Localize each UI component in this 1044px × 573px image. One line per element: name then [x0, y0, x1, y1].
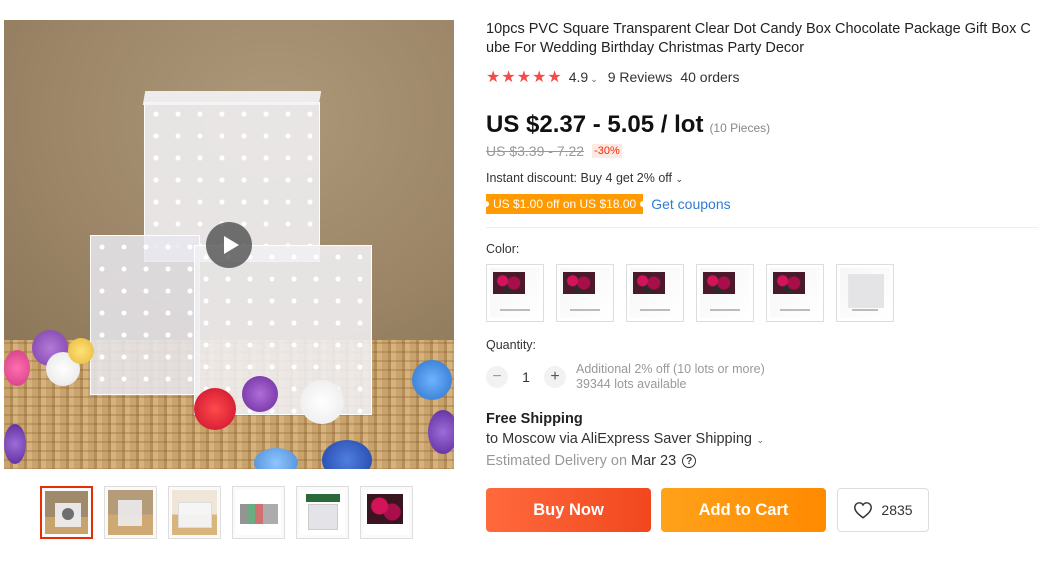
estimated-delivery-date: Mar 23 — [631, 453, 677, 469]
estimated-delivery-label: Estimated Delivery on — [486, 453, 628, 469]
quantity-stepper: − 1 + Additional 2% off (10 lots or more… — [486, 362, 1038, 392]
main-product-image[interactable] — [4, 20, 454, 469]
get-coupons-link[interactable]: Get coupons — [651, 196, 730, 212]
add-to-cart-button[interactable]: Add to Cart — [661, 488, 826, 532]
reviews-link[interactable]: 9 Reviews — [608, 69, 673, 85]
color-swatch[interactable] — [626, 264, 684, 322]
color-swatch[interactable] — [486, 264, 544, 322]
chevron-down-icon: ⌄ — [675, 174, 684, 184]
pompom — [4, 424, 26, 464]
color-options — [486, 264, 1038, 322]
original-price: US $3.39 - 7.22 — [486, 143, 585, 159]
pompom — [194, 388, 236, 430]
color-swatch[interactable] — [836, 264, 894, 322]
action-buttons: Buy Now Add to Cart 2835 — [486, 488, 1038, 532]
estimated-delivery: Estimated Delivery on Mar 23 ? — [486, 453, 1038, 469]
thumbnail-image[interactable] — [296, 486, 349, 539]
quantity-label: Quantity: — [486, 338, 537, 352]
thumbnail-image[interactable] — [232, 486, 285, 539]
pompom — [428, 410, 454, 454]
shipping-destination[interactable]: to Moscow via AliExpress Saver Shipping … — [486, 431, 1038, 447]
product-info: 10pcs PVC Square Transparent Clear Dot C… — [486, 20, 1038, 532]
quantity-input[interactable]: 1 — [508, 369, 544, 385]
rating-row: ★★★★★ 4.9 ⌄ 9 Reviews 40 orders — [486, 67, 1038, 87]
pompom — [242, 376, 278, 412]
quantity-info: Additional 2% off (10 lots or more) 3934… — [576, 362, 765, 392]
wishlist-button[interactable]: 2835 — [837, 488, 929, 532]
quantity-decrease-button[interactable]: − — [486, 366, 508, 388]
divider — [486, 227, 1038, 228]
quantity-increase-button[interactable]: + — [544, 366, 566, 388]
thumbnail-image[interactable] — [104, 486, 157, 539]
coupon-row: US $1.00 off on US $18.00 Get coupons — [486, 194, 1038, 214]
discount-badge: -30% — [592, 144, 622, 158]
buy-now-button[interactable]: Buy Now — [486, 488, 651, 532]
star-rating-icon: ★★★★★ — [486, 69, 563, 86]
chevron-down-icon: ⌄ — [590, 74, 598, 84]
coupon-badge: US $1.00 off on US $18.00 — [486, 194, 644, 214]
product-title: 10pcs PVC Square Transparent Clear Dot C… — [486, 21, 1031, 56]
wishlist-count: 2835 — [881, 502, 913, 518]
price-row: US $2.37 - 5.05 / lot (10 Pieces) — [486, 111, 1038, 139]
original-price-row: US $3.39 - 7.22 -30% — [486, 143, 1038, 159]
pompom — [4, 350, 30, 386]
chevron-down-icon: ⌄ — [753, 435, 765, 445]
question-circle-icon[interactable]: ? — [682, 454, 697, 468]
thumbnail-image[interactable] — [168, 486, 221, 539]
thumbnail-strip — [40, 486, 413, 539]
color-swatch[interactable] — [696, 264, 754, 322]
instant-discount[interactable]: Instant discount: Buy 4 get 2% off ⌄ — [486, 171, 1038, 185]
pompom — [412, 360, 452, 400]
pompom — [68, 338, 94, 364]
play-icon[interactable] — [206, 222, 252, 268]
heart-icon — [854, 502, 873, 519]
current-price: US $2.37 - 5.05 / lot — [486, 111, 704, 138]
shipping-title: Free Shipping — [486, 411, 583, 427]
dotted-box-left — [90, 235, 200, 395]
thumbnail-video[interactable] — [40, 486, 93, 539]
pieces-per-lot: (10 Pieces) — [709, 121, 771, 135]
thumbnail-image[interactable] — [360, 486, 413, 539]
pompom — [300, 380, 344, 424]
rating-score[interactable]: 4.9 ⌄ — [569, 69, 598, 85]
additional-discount: Additional 2% off (10 lots or more) — [576, 362, 765, 376]
color-swatch[interactable] — [556, 264, 614, 322]
color-swatch[interactable] — [766, 264, 824, 322]
lots-available: 39344 lots available — [576, 377, 687, 391]
color-label: Color: — [486, 242, 520, 256]
orders-count: 40 orders — [680, 69, 740, 85]
